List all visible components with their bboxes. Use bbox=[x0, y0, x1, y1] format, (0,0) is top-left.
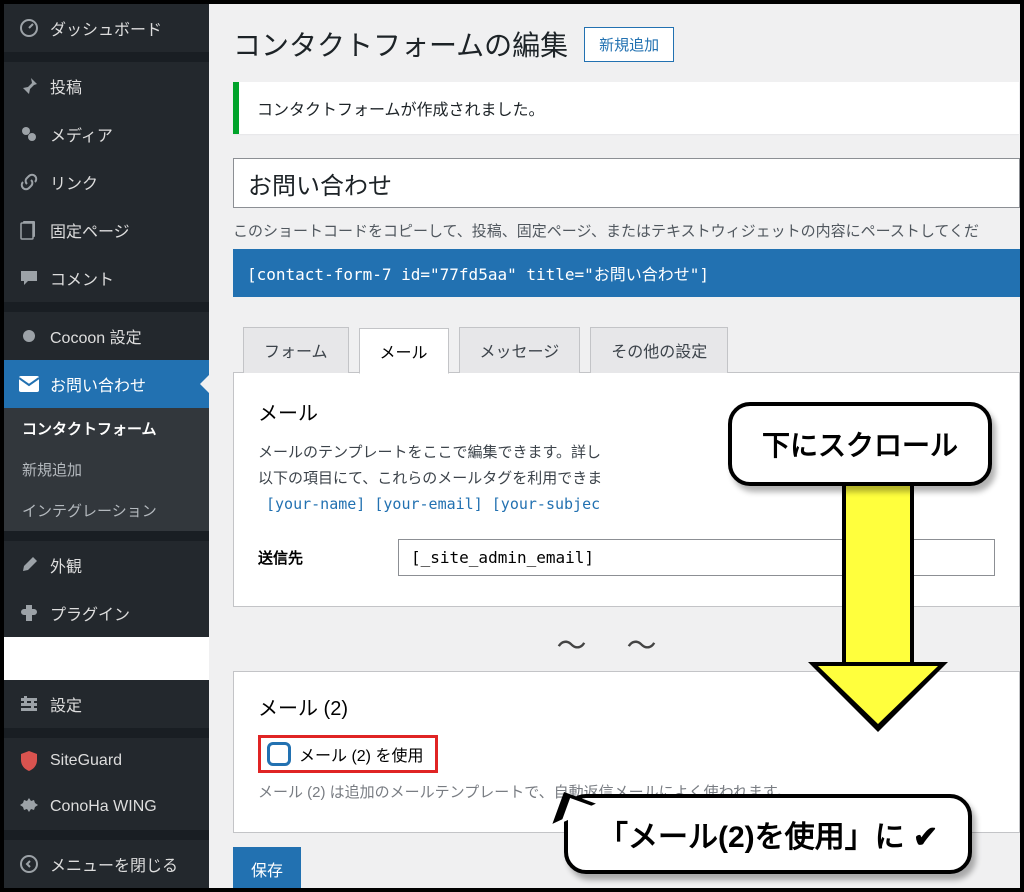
sidebar-item-plugins[interactable]: プラグイン bbox=[4, 589, 209, 637]
tab-mail[interactable]: メール bbox=[359, 328, 449, 374]
tabs: フォーム メール メッセージ その他の設定 bbox=[233, 327, 1020, 373]
sidebar-label: コメント bbox=[50, 266, 114, 290]
collapse-icon bbox=[18, 853, 40, 875]
use-mail2-checkbox-wrap[interactable]: メール (2) を使用 bbox=[258, 735, 438, 773]
sidebar-item-appearance[interactable]: 外観 bbox=[4, 541, 209, 589]
settings-icon bbox=[18, 693, 40, 715]
sidebar-item-contact[interactable]: お問い合わせ bbox=[4, 360, 209, 408]
sidebar-item-links[interactable]: リンク bbox=[4, 158, 209, 206]
save-button[interactable]: 保存 bbox=[233, 847, 301, 888]
annotation-arrow bbox=[842, 482, 948, 732]
submenu-item-integration[interactable]: インテグレーション bbox=[4, 490, 209, 531]
pin-icon bbox=[18, 75, 40, 97]
sidebar-label: SiteGuard bbox=[50, 752, 122, 770]
use-mail2-checkbox[interactable] bbox=[267, 742, 291, 766]
sidebar-item-posts[interactable]: 投稿 bbox=[4, 62, 209, 110]
add-new-button[interactable]: 新規追加 bbox=[584, 27, 674, 62]
sidebar-item-settings[interactable]: 設定 bbox=[4, 680, 209, 728]
admin-sidebar: ダッシュボード 投稿 メディア リンク 固定ページ コメント Cocoon 設定 bbox=[4, 4, 209, 888]
brush-icon bbox=[18, 554, 40, 576]
sidebar-item-siteguard[interactable]: SiteGuard bbox=[4, 738, 209, 784]
sidebar-label: メニューを閉じる bbox=[50, 852, 178, 876]
shield-icon bbox=[18, 750, 40, 772]
link-icon bbox=[18, 171, 40, 193]
tab-messages[interactable]: メッセージ bbox=[459, 327, 581, 373]
sidebar-item-dashboard[interactable]: ダッシュボード bbox=[4, 4, 209, 52]
dot-icon bbox=[18, 325, 40, 347]
sidebar-label: 投稿 bbox=[50, 74, 82, 98]
sidebar-collapse[interactable]: メニューを閉じる bbox=[4, 840, 209, 888]
sidebar-item-comments[interactable]: コメント bbox=[4, 254, 209, 302]
sidebar-label: 外観 bbox=[50, 553, 82, 577]
sidebar-label: Cocoon 設定 bbox=[50, 324, 142, 348]
submenu-item-addnew[interactable]: 新規追加 bbox=[4, 449, 209, 490]
dashboard-icon bbox=[18, 17, 40, 39]
sidebar-label: メディア bbox=[50, 122, 113, 146]
sidebar-item-pages[interactable]: 固定ページ bbox=[4, 206, 209, 254]
shortcode-helper: このショートコードをコピーして、投稿、固定ページ、またはテキストウィジェットの内… bbox=[233, 220, 1020, 241]
sidebar-label: ダッシュボード bbox=[50, 16, 162, 40]
sidebar-label: 固定ページ bbox=[50, 218, 130, 242]
sidebar-label: 設定 bbox=[50, 692, 82, 716]
sidebar-label: リンク bbox=[50, 170, 98, 194]
submenu-item-contactform[interactable]: コンタクトフォーム bbox=[4, 408, 209, 449]
plugin-icon bbox=[18, 602, 40, 624]
page-title: コンタクトフォームの編集 bbox=[233, 24, 568, 64]
use-mail2-label: メール (2) を使用 bbox=[299, 742, 423, 766]
annotation-scroll: 下にスクロール bbox=[728, 402, 992, 486]
sidebar-submenu: コンタクトフォーム 新規追加 インテグレーション bbox=[4, 408, 209, 531]
sidebar-label: プラグイン bbox=[50, 601, 130, 625]
to-label: 送信先 bbox=[258, 547, 398, 568]
sidebar-item-cocoon[interactable]: Cocoon 設定 bbox=[4, 312, 209, 360]
gear-icon bbox=[18, 796, 40, 818]
sidebar-label: お問い合わせ bbox=[50, 372, 146, 396]
main-content: コンタクトフォームの編集 新規追加 コンタクトフォームが作成されました。 このシ… bbox=[209, 4, 1020, 888]
mail-icon bbox=[18, 373, 40, 395]
sidebar-item-media[interactable]: メディア bbox=[4, 110, 209, 158]
shortcode-box[interactable]: [contact-form-7 id="77fd5aa" title="お問い合… bbox=[233, 249, 1020, 297]
media-icon bbox=[18, 123, 40, 145]
annotation-check: 「メール(2)を使用」に ✔ bbox=[564, 794, 972, 874]
sidebar-label: ConoHa WING bbox=[50, 798, 157, 816]
page-icon bbox=[18, 219, 40, 241]
success-notice: コンタクトフォームが作成されました。 bbox=[233, 82, 1019, 134]
comment-icon bbox=[18, 267, 40, 289]
sidebar-item-conoha[interactable]: ConoHa WING bbox=[4, 784, 209, 830]
form-title-input[interactable] bbox=[233, 158, 1020, 208]
tab-other[interactable]: その他の設定 bbox=[590, 327, 728, 373]
tab-form[interactable]: フォーム bbox=[243, 327, 349, 373]
